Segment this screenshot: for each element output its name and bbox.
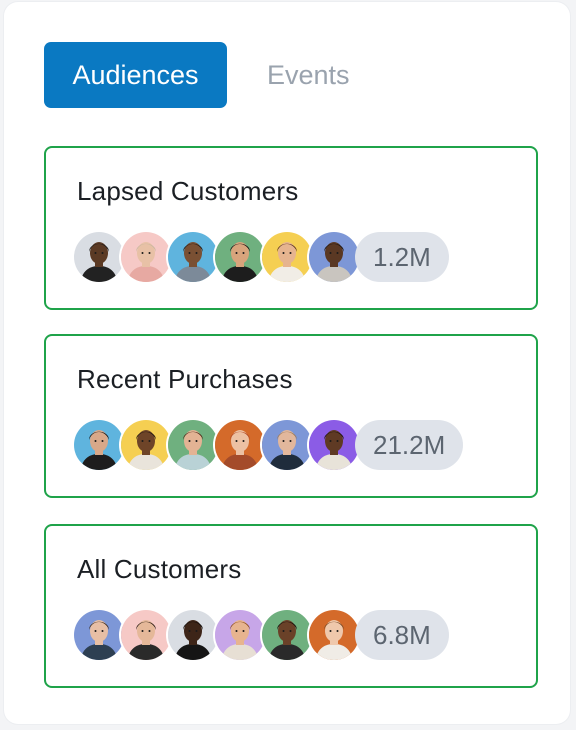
avatar (309, 610, 359, 660)
person-avatar-icon (309, 610, 359, 660)
avatar (215, 232, 265, 282)
person-avatar-icon (168, 610, 218, 660)
avatar (121, 420, 171, 470)
avatar (309, 232, 359, 282)
avatar (262, 610, 312, 660)
person-avatar-icon (74, 232, 124, 282)
avatar-group: 21.2M (74, 420, 464, 470)
person-avatar-icon (168, 420, 218, 470)
audience-card-all-customers[interactable]: All Customers 6.8M (44, 524, 538, 688)
tab-bar: Audiences Events (44, 42, 372, 108)
avatar (168, 232, 218, 282)
tab-audiences[interactable]: Audiences (44, 42, 227, 108)
person-avatar-icon (215, 232, 265, 282)
avatar (262, 232, 312, 282)
avatar (215, 420, 265, 470)
person-avatar-icon (215, 610, 265, 660)
audience-count-badge: 6.8M (355, 610, 449, 660)
audience-card-lapsed-customers[interactable]: Lapsed Customers 1.2M (44, 146, 538, 310)
audience-name: All Customers (77, 554, 242, 584)
avatar (74, 232, 124, 282)
audience-panel: Audiences Events Lapsed Customers 1.2M R… (4, 2, 570, 724)
audience-count-badge: 1.2M (355, 232, 449, 282)
person-avatar-icon (121, 420, 171, 470)
audience-name: Recent Purchases (77, 364, 293, 394)
person-avatar-icon (262, 610, 312, 660)
avatar (262, 420, 312, 470)
person-avatar-icon (262, 420, 312, 470)
tab-events[interactable]: Events (245, 42, 372, 108)
avatar-group: 6.8M (74, 610, 449, 660)
avatar (168, 610, 218, 660)
person-avatar-icon (309, 420, 359, 470)
avatar-group: 1.2M (74, 232, 449, 282)
person-avatar-icon (309, 232, 359, 282)
audience-name: Lapsed Customers (77, 176, 299, 206)
avatar (74, 610, 124, 660)
avatar (121, 610, 171, 660)
person-avatar-icon (121, 232, 171, 282)
person-avatar-icon (74, 610, 124, 660)
avatar (215, 610, 265, 660)
person-avatar-icon (121, 610, 171, 660)
avatar (121, 232, 171, 282)
avatar (74, 420, 124, 470)
audience-card-recent-purchases[interactable]: Recent Purchases 21.2M (44, 334, 538, 498)
person-avatar-icon (215, 420, 265, 470)
person-avatar-icon (74, 420, 124, 470)
person-avatar-icon (262, 232, 312, 282)
person-avatar-icon (168, 232, 218, 282)
avatar (309, 420, 359, 470)
audience-count-badge: 21.2M (355, 420, 464, 470)
avatar (168, 420, 218, 470)
